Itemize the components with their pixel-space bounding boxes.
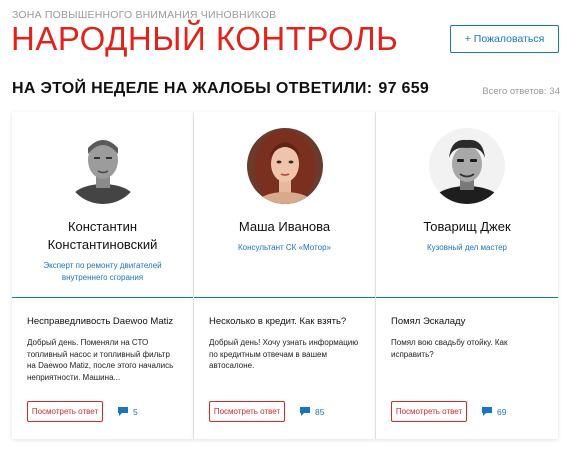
official-profile: Товарищ Джек Кузовный дел мастер: [376, 112, 558, 298]
view-answer-button[interactable]: Посмотреть ответ: [391, 401, 467, 422]
complain-button[interactable]: + Пожаловаться: [450, 25, 559, 53]
official-name[interactable]: Товарищ Джек: [407, 218, 526, 236]
official-card: Маша Иванова Консультант СК «Мотор» Неск…: [194, 112, 376, 439]
card-footer: Посмотреть ответ 5: [27, 401, 181, 422]
complaint-title[interactable]: Несправедливость Daewoo Matiz: [27, 315, 178, 328]
complaint-text: Добрый день! Хочу узнать информацию по к…: [209, 338, 359, 370]
view-answer-button[interactable]: Посмотреть ответ: [27, 401, 103, 422]
weekly-answers-count: 97 659: [378, 80, 430, 97]
weekly-answers-label: НА ЭТОЙ НЕДЕЛЕ НА ЖАЛОБЫ ОТВЕТИЛИ:: [12, 80, 373, 97]
complaint-text: Добрый день. Поменяли на СТО топливный н…: [27, 338, 174, 382]
comment-icon: [300, 407, 310, 416]
official-card: Константин Константиновский Эксперт по р…: [12, 112, 194, 439]
official-role[interactable]: Эксперт по ремонту двигателей внутреннег…: [12, 260, 193, 284]
official-name[interactable]: Константин Константиновский: [12, 218, 193, 254]
avatar: [64, 128, 141, 204]
total-answers: Всего ответов: 34: [482, 86, 560, 97]
officials-cards: Константин Константиновский Эксперт по р…: [12, 112, 558, 439]
official-name[interactable]: Маша Иванова: [223, 218, 346, 236]
complaint: Несколько в кредит. Как взять? Добрый де…: [194, 298, 375, 372]
complaint-title[interactable]: Помял Эскаладу: [391, 315, 543, 328]
official-profile: Маша Иванова Консультант СК «Мотор»: [194, 112, 375, 298]
total-answers-label: Всего ответов:: [482, 86, 547, 97]
official-profile: Константин Константиновский Эксперт по р…: [12, 112, 193, 298]
comment-icon: [118, 407, 128, 416]
total-answers-count: 34: [549, 86, 560, 97]
comments-link[interactable]: 5: [118, 407, 138, 417]
card-footer: Посмотреть ответ 85: [209, 401, 363, 422]
complaint: Несправедливость Daewoo Matiz Добрый ден…: [12, 298, 193, 383]
weekly-answers-heading: НА ЭТОЙ НЕДЕЛЕ НА ЖАЛОБЫ ОТВЕТИЛИ: 97 659: [12, 80, 429, 98]
view-answer-button[interactable]: Посмотреть ответ: [209, 401, 285, 422]
comment-icon: [482, 407, 492, 416]
card-footer: Посмотреть ответ 69: [391, 401, 546, 422]
comments-count: 85: [315, 406, 325, 417]
official-role[interactable]: Кузовный дел мастер: [405, 242, 529, 254]
comments-count: 69: [497, 406, 507, 417]
comments-count: 5: [133, 406, 138, 417]
page-title: НАРОДНЫЙ КОНТРОЛЬ: [11, 20, 399, 57]
complaint-text: Помял вою свадьбу отойку. Как исправить?: [391, 338, 508, 359]
official-role[interactable]: Консультант СК «Мотор»: [216, 242, 353, 254]
avatar: [246, 128, 323, 204]
complaint: Помял Эскаладу Помял вою свадьбу отойку.…: [376, 298, 558, 360]
official-card: Товарищ Джек Кузовный дел мастер Помял Э…: [376, 112, 558, 439]
avatar: [429, 128, 505, 204]
comments-link[interactable]: 69: [482, 407, 506, 417]
comments-link[interactable]: 85: [300, 407, 324, 417]
complaint-title[interactable]: Несколько в кредит. Как взять?: [209, 315, 360, 328]
